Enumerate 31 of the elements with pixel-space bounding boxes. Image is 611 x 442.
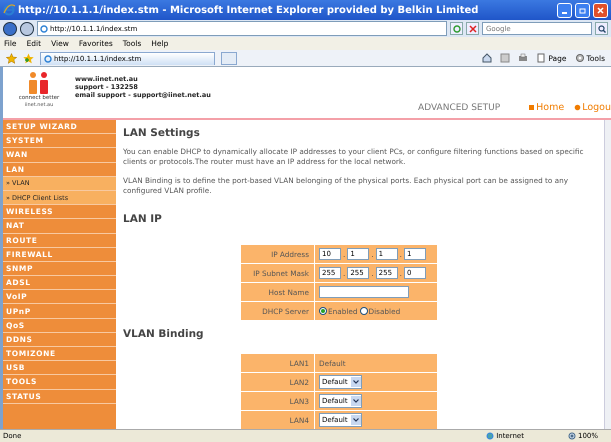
section-heading: LAN IP (123, 213, 163, 225)
restore-button[interactable] (575, 2, 590, 18)
stop-icon (468, 24, 476, 32)
home-icon[interactable] (482, 53, 492, 63)
stop-button[interactable] (466, 22, 479, 35)
restore-icon (579, 6, 586, 14)
logo-icon (28, 72, 50, 94)
forward-button[interactable] (20, 22, 34, 36)
dot-bullet-icon (574, 104, 582, 111)
search-icon (598, 24, 606, 32)
close-button[interactable] (593, 2, 608, 18)
globe-icon (486, 432, 494, 440)
minimize-button[interactable] (557, 2, 572, 18)
radio-button[interactable] (360, 307, 368, 315)
refresh-button[interactable] (450, 22, 463, 35)
star-icon[interactable] (6, 52, 17, 64)
scrollbar[interactable] (604, 120, 611, 429)
close-icon (597, 6, 604, 14)
input-field[interactable] (319, 286, 409, 298)
add-favorite-icon[interactable] (23, 52, 34, 64)
search-button[interactable] (595, 22, 608, 35)
page-title: LAN Settings (123, 127, 201, 139)
printer-icon[interactable] (518, 53, 528, 63)
window-title: http://10.1.1.1/index.stm - Microsoft Internet Explorer provided by Belkin Limited (18, 4, 480, 16)
square-bullet-icon (528, 104, 536, 111)
browser-logo-icon (3, 4, 15, 16)
zoom-icon (568, 432, 576, 440)
radio-button[interactable] (319, 307, 327, 315)
section-heading: VLAN Binding (123, 328, 205, 340)
back-button[interactable] (3, 22, 17, 36)
section-title: ADVANCED SETUP (418, 102, 500, 112)
